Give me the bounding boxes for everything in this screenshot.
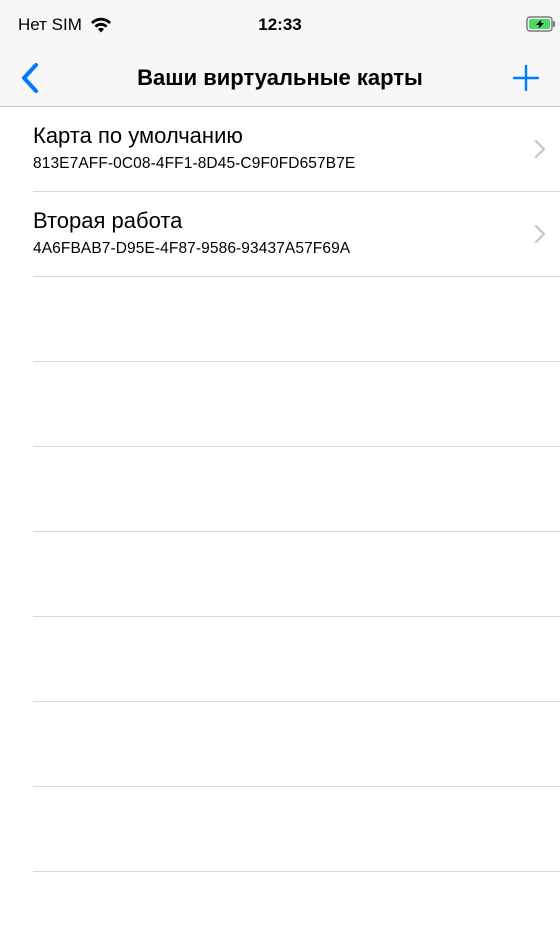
empty-row-separator [33,362,560,447]
back-button[interactable] [16,60,46,96]
card-title: Карта по умолчанию [33,123,243,148]
card-title: Вторая работа [33,208,183,233]
empty-row-separator [33,277,560,362]
status-bar: Нет SIM 12:33 [0,0,560,50]
empty-row-separator [33,702,560,787]
page-title: Ваши виртуальные карты [137,65,423,90]
chevron-right-icon [534,224,546,244]
navigation-bar: Ваши виртуальные карты [0,50,560,107]
empty-row-separator [33,787,560,872]
empty-row-separator [33,617,560,702]
chevron-right-icon [534,139,546,159]
add-card-button[interactable] [508,60,544,96]
battery-charging-icon [526,16,556,32]
card-id: 813E7AFF-0C08-4FF1-8D45-C9F0FD657B7E [33,155,356,172]
card-id: 4A6FBAB7-D95E-4F87-9586-93437A57F69A [33,240,351,257]
table-row[interactable]: Карта по умолчанию 813E7AFF-0C08-4FF1-8D… [33,107,560,192]
status-time: 12:33 [258,15,302,34]
plus-icon [508,60,544,96]
empty-row-separator [33,447,560,532]
chevron-left-icon [16,60,46,96]
table-row[interactable]: Вторая работа 4A6FBAB7-D95E-4F87-9586-93… [33,192,560,277]
cards-table: Карта по умолчанию 813E7AFF-0C08-4FF1-8D… [0,107,560,872]
empty-row-separator [33,532,560,617]
